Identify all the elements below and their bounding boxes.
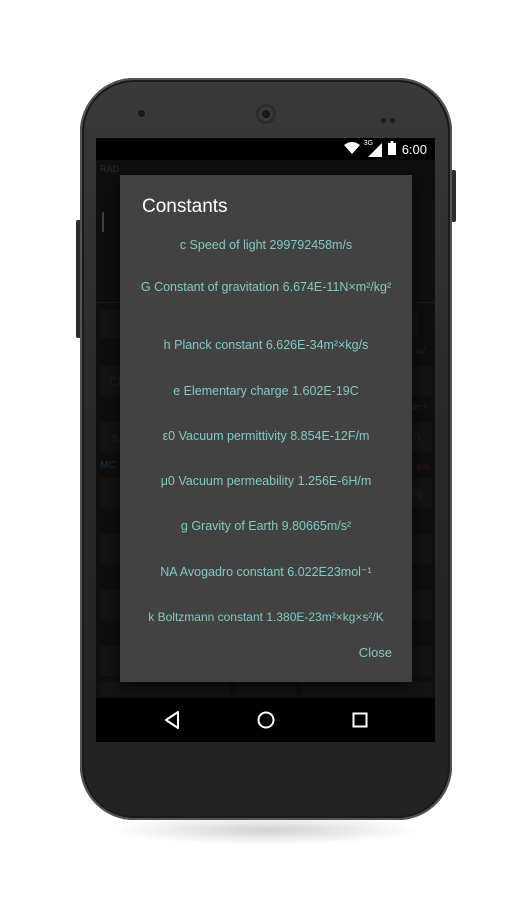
constants-dialog: Constants c Speed of light 299792458m/s …	[120, 175, 412, 682]
front-camera	[138, 110, 145, 117]
dialog-title: Constants	[142, 196, 228, 217]
close-button[interactable]: Close	[359, 645, 392, 660]
home-icon[interactable]	[256, 710, 276, 730]
battery-icon	[387, 141, 396, 158]
signal-icon: 3G	[364, 140, 382, 157]
proximity-sensors	[381, 110, 401, 123]
constant-item[interactable]: G Constant of gravitation 6.674E-11N×m²/…	[126, 279, 406, 295]
constant-item[interactable]: e Elementary charge 1.602E-19C	[126, 383, 406, 399]
constant-item[interactable]: NA Avogadro constant 6.022E23mol⁻¹	[126, 564, 406, 580]
navigation-bar	[96, 698, 435, 742]
constant-item[interactable]: ε0 Vacuum permittivity 8.854E-12F/m	[126, 428, 406, 444]
earpiece-speaker	[256, 104, 276, 124]
constant-item[interactable]: μ0 Vacuum permeability 1.256E-6H/m	[126, 473, 406, 489]
constant-item[interactable]: g Gravity of Earth 9.80665m/s²	[126, 518, 406, 534]
phone-screen: 3G 6:00 RAD 2n x√ Cl nh⁻¹ s h MC -k% %	[96, 138, 435, 742]
constant-item[interactable]: h Planck constant 6.626E-34m²×kg/s	[126, 337, 406, 353]
recents-icon[interactable]	[350, 710, 370, 730]
back-icon[interactable]	[162, 710, 182, 730]
constant-item[interactable]: c Speed of light 299792458m/s	[126, 237, 406, 253]
constant-item[interactable]: k Boltzmann constant 1.380E-23m²×kg×s²/K	[120, 609, 412, 625]
status-time: 6:00	[401, 142, 427, 157]
wifi-icon	[343, 142, 360, 157]
status-bar: 3G 6:00	[96, 138, 435, 160]
